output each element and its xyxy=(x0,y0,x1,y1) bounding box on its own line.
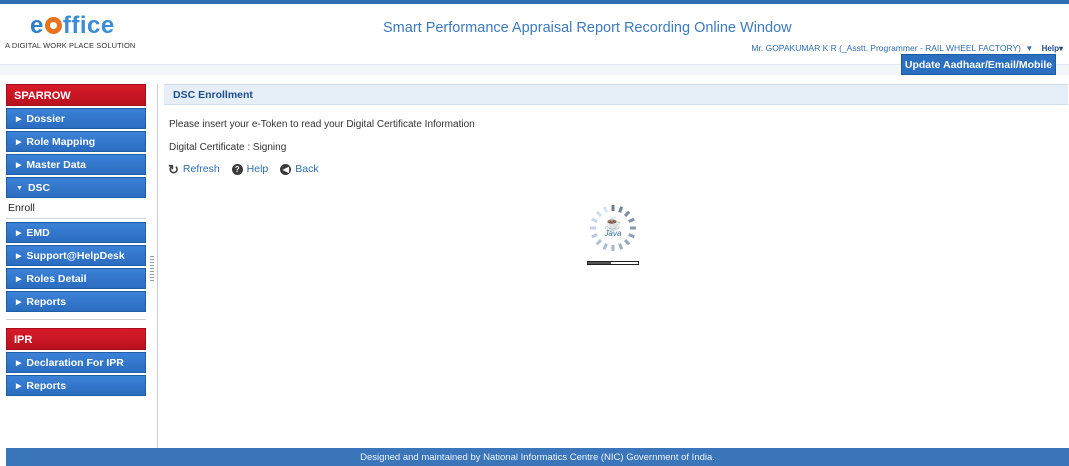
spinner-dash xyxy=(602,243,608,250)
certificate-label: Digital Certificate : Signing xyxy=(169,142,287,153)
chevron-right-icon: ▶ xyxy=(16,276,22,283)
action-bar: ↻ Refresh ? Help ◀ Back xyxy=(168,161,319,177)
nav-label: Master Data xyxy=(26,159,86,171)
spinner-dash xyxy=(591,233,598,239)
section-ipr[interactable]: IPR xyxy=(6,328,146,350)
spinner-dash xyxy=(628,217,635,223)
spinner-dash xyxy=(591,217,598,223)
nav-role-mapping[interactable]: ▶ Role Mapping xyxy=(6,131,146,152)
spinner-dash xyxy=(618,206,624,213)
java-logo-text: Java xyxy=(604,229,622,238)
nav-dossier[interactable]: ▶ Dossier xyxy=(6,108,146,129)
nav-sparrow-reports[interactable]: ▶ Reports xyxy=(6,291,146,312)
panel-title: DSC Enrollment xyxy=(164,84,1068,105)
nav-label: Declaration For IPR xyxy=(26,357,124,369)
main-panel: DSC Enrollment Please insert your e-Toke… xyxy=(164,84,1068,448)
eoffice-logo[interactable]: e ffice xyxy=(30,12,115,40)
spinner-dash xyxy=(623,210,631,218)
help-link[interactable]: ? Help xyxy=(231,163,269,175)
nav-ipr-reports[interactable]: ▶ Reports xyxy=(6,375,146,396)
back-icon: ◀ xyxy=(280,163,292,175)
logo-word: ffice xyxy=(62,12,115,39)
nav-label: Roles Detail xyxy=(26,273,87,285)
refresh-label: Refresh xyxy=(182,163,220,175)
back-label: Back xyxy=(295,163,319,175)
help-icon: ? xyxy=(231,163,243,175)
sidebar-divider xyxy=(157,84,158,448)
java-progress-fill xyxy=(588,262,611,264)
sidebar-resize-handle[interactable] xyxy=(150,256,154,282)
section-divider xyxy=(6,312,146,320)
spinner-dash xyxy=(628,233,635,239)
app-title: Smart Performance Appraisal Report Recor… xyxy=(383,20,792,36)
nav-label: Dossier xyxy=(26,113,65,125)
nav-emd[interactable]: ▶ EMD xyxy=(6,222,146,243)
instruction-text: Please insert your e-Token to read your … xyxy=(169,119,475,130)
back-link[interactable]: ◀ Back xyxy=(280,163,319,175)
refresh-icon: ↻ xyxy=(168,161,179,177)
java-loader: ☕ Java xyxy=(584,200,648,266)
chevron-right-icon: ▶ xyxy=(16,162,22,169)
chevron-right-icon: ▶ xyxy=(16,230,22,237)
section-sparrow[interactable]: SPARROW xyxy=(6,84,146,106)
user-name[interactable]: Mr. GOPAKUMAR K R xyxy=(751,43,836,53)
chevron-right-icon: ▶ xyxy=(16,139,22,146)
nav-master-data[interactable]: ▶ Master Data xyxy=(6,154,146,175)
chevron-right-icon: ▶ xyxy=(16,116,22,123)
chevron-down-icon: ▼ xyxy=(16,185,23,192)
nav-sub-enroll[interactable]: Enroll xyxy=(6,198,146,219)
footer: Designed and maintained by National Info… xyxy=(6,448,1069,466)
help-dropdown-icon: ▾ xyxy=(1058,44,1063,53)
nav-label: Reports xyxy=(26,296,67,308)
chevron-right-icon: ▶ xyxy=(16,299,22,306)
nav-label: Role Mapping xyxy=(26,136,96,148)
nav-roles-detail[interactable]: ▶ Roles Detail xyxy=(6,268,146,289)
spinner-dash xyxy=(602,206,608,213)
chevron-right-icon: ▶ xyxy=(16,360,22,367)
refresh-link[interactable]: ↻ Refresh xyxy=(168,161,220,177)
logo-tagline: A DIGITAL WORK PLACE SOLUTION xyxy=(5,41,136,50)
app-window: e ffice A DIGITAL WORK PLACE SOLUTION Sma… xyxy=(0,0,1069,466)
help-menu[interactable]: Help▾ xyxy=(1042,44,1063,53)
nav-declaration-ipr[interactable]: ▶ Declaration For IPR xyxy=(6,352,146,373)
logo-letter-e: e xyxy=(30,12,44,39)
user-dropdown-icon[interactable]: ▼ xyxy=(1025,44,1033,53)
logo-o-icon xyxy=(44,17,62,34)
sidebar: SPARROW ▶ Dossier ▶ Role Mapping ▶ Master D… xyxy=(6,84,146,396)
java-progress-bar xyxy=(587,261,639,265)
nav-label: EMD xyxy=(26,227,50,239)
help-menu-label: Help xyxy=(1041,44,1059,53)
nav-label: Support@HelpDesk xyxy=(26,250,125,262)
nav-label: Reports xyxy=(26,380,67,392)
nav-support-helpdesk[interactable]: ▶ Support@HelpDesk xyxy=(6,245,146,266)
chevron-right-icon: ▶ xyxy=(16,383,22,390)
nav-label: DSC xyxy=(27,182,51,194)
spinner-dash xyxy=(618,243,624,250)
chevron-right-icon: ▶ xyxy=(16,253,22,260)
user-line: Mr. GOPAKUMAR K R (_Asstt. Programmer - … xyxy=(751,43,1063,53)
java-logo: ☕ Java xyxy=(601,216,625,238)
user-role[interactable]: (_Asstt. Programmer - RAIL WHEEL FACTORY… xyxy=(839,43,1021,53)
spinner-dash xyxy=(623,238,631,246)
spinner-dash xyxy=(595,238,603,246)
java-cup-icon: ☕ xyxy=(604,215,622,231)
nav-dsc[interactable]: ▼ DSC xyxy=(6,177,146,198)
help-label: Help xyxy=(246,163,269,175)
update-aadhaar-button[interactable]: Update Aadhaar/Email/Mobile xyxy=(901,54,1056,75)
